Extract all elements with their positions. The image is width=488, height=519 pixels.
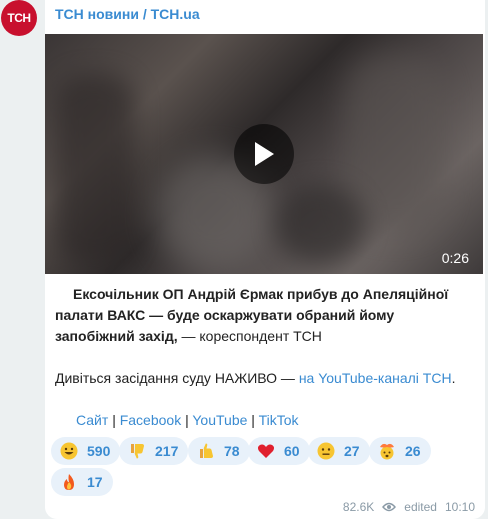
caption-rest-text: — кореспондент ТСН [177,328,322,344]
channel-name-link[interactable]: ТСН новини / TCH.ua [55,6,200,22]
separator: | [185,412,189,428]
red-heart-icon [256,441,276,461]
reaction-count: 60 [284,443,300,459]
thumbs-down-icon [127,441,147,461]
social-links: Сайт | Facebook | YouTube | TikTok [76,410,299,431]
reaction-count: 27 [344,443,360,459]
neutral-face-icon [316,441,336,461]
facebook-link[interactable]: Facebook [120,412,181,428]
youtube-channel-link[interactable]: на YouTube-каналі ТСН [299,370,452,386]
play-button[interactable] [234,124,294,184]
edited-label: edited [404,500,437,514]
reaction-fire[interactable]: 17 [51,468,113,496]
reaction-exploding-head[interactable]: 26 [369,437,431,465]
reaction-neutral[interactable]: 27 [308,437,370,465]
play-icon [255,142,274,166]
reaction-grinning[interactable]: 590 [51,437,121,465]
channel-avatar[interactable]: ТСН [1,0,37,36]
separator: | [112,412,116,428]
message-time: 10:10 [444,500,475,514]
live-prefix: Дивіться засідання суду НАЖИВО — [55,370,299,386]
reaction-thumbs-up[interactable]: 78 [188,437,250,465]
youtube-link[interactable]: YouTube [192,412,247,428]
message-caption: Ексочільник ОП Андрій Єрмак прибув до Ап… [55,284,475,347]
reaction-thumbs-down[interactable]: 217 [119,437,189,465]
video-player[interactable]: 0:26 [45,34,483,274]
grinning-face-icon [59,441,79,461]
message-meta: 82.6K edited 10:10 [343,500,475,514]
eye-icon [382,502,397,512]
fire-icon [59,472,79,492]
reaction-heart[interactable]: 60 [248,437,310,465]
views-count: 82.6K [342,500,375,514]
reaction-count: 590 [87,443,111,459]
exploding-head-icon [377,441,397,461]
video-duration: 0:26 [441,250,469,266]
message-bubble: ТСН новини / TCH.ua 0:26 Ексочільник ОП … [45,0,485,519]
live-end: . [451,370,456,386]
reaction-count: 217 [155,443,179,459]
site-link[interactable]: Сайт [76,412,108,428]
separator: | [251,412,255,428]
tiktok-link[interactable]: TikTok [259,412,299,428]
thumbs-up-icon [196,441,216,461]
live-text: Дивіться засідання суду НАЖИВО — на YouT… [55,368,475,389]
reaction-count: 78 [224,443,240,459]
reaction-count: 26 [405,443,421,459]
reaction-count: 17 [87,474,103,490]
